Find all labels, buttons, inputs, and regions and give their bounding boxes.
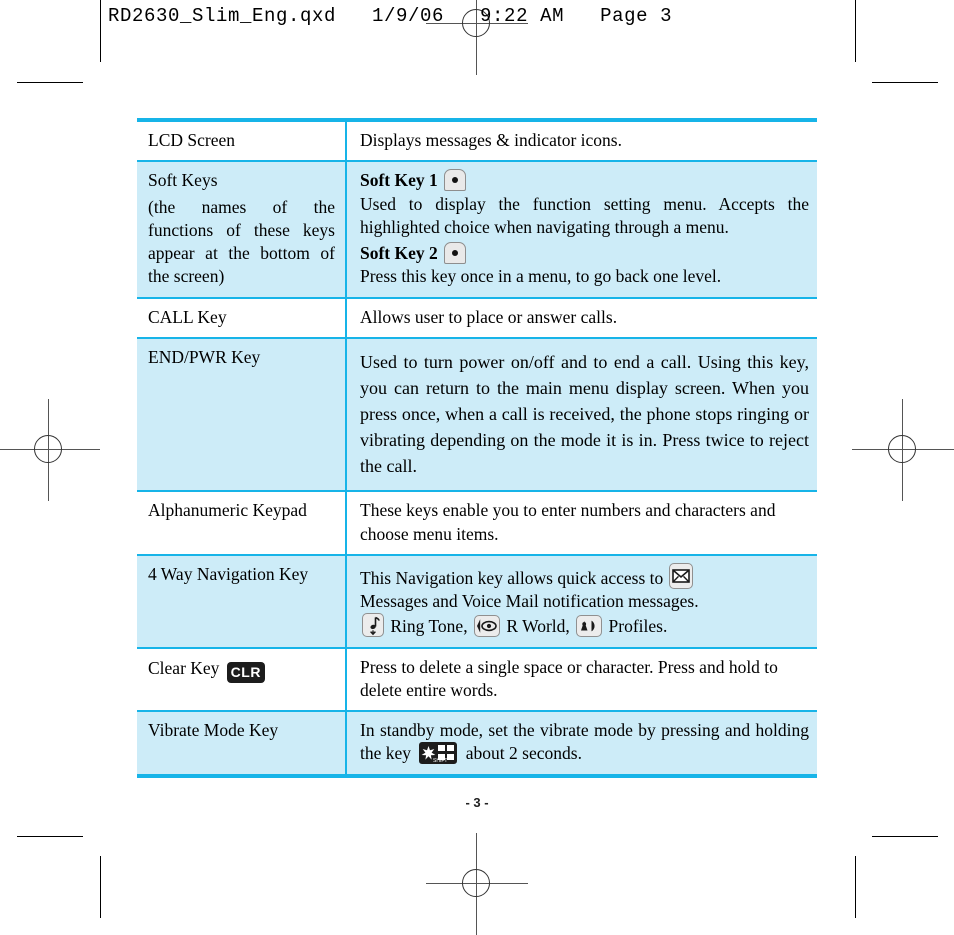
row-description-cell: Press to delete a single space or charac…: [346, 647, 817, 713]
music-note-icon: [362, 613, 384, 638]
soft-key-1-heading: Soft Key 1: [360, 169, 809, 192]
row-label-cell: 4 Way Navigation Key: [137, 554, 347, 649]
row-label: CALL Key: [148, 306, 227, 327]
speaker-icon: [576, 615, 603, 638]
crop-mark-bottom-left-vertical: [100, 856, 101, 918]
row-label: END/PWR Key: [148, 346, 261, 367]
soft-key-icon: [444, 242, 467, 265]
soft-key-2-title: Soft Key 2: [360, 243, 438, 264]
svg-text:SHIFT: SHIFT: [433, 758, 447, 764]
crop-mark-top-left-vertical: [100, 0, 101, 62]
nav-ringtone-label: Ring Tone,: [390, 616, 468, 637]
row-label-cell: Soft Keys (the names of the functions of…: [137, 161, 347, 299]
soft-key-2-heading: Soft Key 2: [360, 242, 809, 265]
row-description-cell: These keys enable you to enter numbers a…: [346, 491, 817, 556]
vibrate-description-part-2: about 2 seconds.: [465, 743, 582, 764]
crop-mark-top-left-horizontal: [17, 82, 83, 83]
row-description: Used to turn power on/off and to end a c…: [360, 351, 809, 477]
row-label-cell: LCD Screen: [137, 117, 347, 163]
key-description-table: LCD Screen Displays messages & indicator…: [137, 117, 817, 778]
row-label-note: (the names of the functions of these key…: [148, 196, 335, 287]
row-label: Clear Key: [148, 658, 220, 678]
table-row: Clear Key CLR Press to delete a single s…: [137, 647, 817, 713]
row-label: LCD Screen: [148, 130, 235, 150]
row-description-cell: Displays messages & indicator icons.: [346, 117, 817, 163]
crop-mark-bottom-left-horizontal: [17, 836, 83, 837]
row-label-cell: END/PWR Key: [137, 337, 347, 493]
row-label: Vibrate Mode Key: [148, 720, 279, 741]
nav-rworld-label: R World,: [506, 616, 570, 637]
row-description: Displays messages & indicator icons.: [360, 130, 622, 150]
star-shift-key-icon: SHIFT: [419, 742, 458, 765]
clr-key-icon: CLR: [226, 661, 265, 683]
registration-mark-bottom-circle: [462, 869, 490, 897]
crop-mark-top-right-vertical: [855, 0, 856, 62]
table-row: LCD Screen Displays messages & indicator…: [137, 117, 817, 163]
eye-icon: [473, 615, 500, 638]
soft-key-1-title: Soft Key 1: [360, 170, 438, 191]
nav-line-1: This Navigation key allows quick access …: [360, 562, 809, 590]
crop-mark-top-right-horizontal: [872, 82, 938, 83]
row-label: Soft Keys: [148, 170, 218, 191]
row-label: 4 Way Navigation Key: [148, 563, 309, 584]
crop-mark-bottom-right-vertical: [855, 856, 856, 918]
registration-mark-left-circle: [34, 435, 62, 463]
page-header-slug: RD2630_Slim_Eng.qxd 1/9/06 9:22 AM Page …: [108, 5, 673, 27]
row-description: These keys enable you to enter numbers a…: [360, 500, 776, 544]
registration-mark-right: [852, 399, 954, 501]
row-description-cell: Soft Key 1 Used to display the function …: [346, 161, 817, 299]
row-label: Alphanumeric Keypad: [148, 500, 307, 521]
row-label-cell: Alphanumeric Keypad: [137, 491, 347, 556]
nav-profiles-label: Profiles.: [608, 616, 668, 637]
row-label-cell: Clear Key CLR: [137, 647, 347, 713]
registration-mark-right-circle: [888, 435, 916, 463]
soft-key-2-description: Press this key once in a menu, to go bac…: [360, 266, 722, 287]
row-description-cell: In standby mode, set the vibrate mode by…: [346, 711, 817, 778]
row-description-cell: Allows user to place or answer calls.: [346, 297, 817, 339]
table-row: Vibrate Mode Key In standby mode, set th…: [137, 711, 817, 778]
table-row: CALL Key Allows user to place or answer …: [137, 297, 817, 339]
registration-mark-left: [0, 399, 100, 501]
row-label-cell: Vibrate Mode Key: [137, 711, 347, 778]
table-row: END/PWR Key Used to turn power on/off an…: [137, 337, 817, 493]
registration-mark-bottom: [426, 833, 528, 935]
row-description: Allows user to place or answer calls.: [360, 306, 618, 327]
table-row: 4 Way Navigation Key This Navigation key…: [137, 554, 817, 649]
table-row: Alphanumeric Keypad These keys enable yo…: [137, 491, 817, 556]
row-description-cell: Used to turn power on/off and to end a c…: [346, 337, 817, 493]
page-number: - 3 -: [465, 795, 489, 810]
row-description-cell: This Navigation key allows quick access …: [346, 554, 817, 649]
envelope-icon: [668, 562, 693, 589]
row-label-cell: CALL Key: [137, 297, 347, 339]
soft-key-1-description: Used to display the function setting men…: [360, 193, 809, 237]
nav-line-2: Messages and Voice Mail notification mes…: [360, 591, 699, 612]
soft-key-icon: [444, 169, 467, 192]
table-row: Soft Keys (the names of the functions of…: [137, 161, 817, 299]
nav-line-1-text: This Navigation key allows quick access …: [360, 567, 664, 588]
crop-mark-bottom-right-horizontal: [872, 836, 938, 837]
nav-line-3: Ring Tone, R World, Profiles.: [360, 613, 809, 638]
row-description: Press to delete a single space or charac…: [360, 656, 778, 700]
